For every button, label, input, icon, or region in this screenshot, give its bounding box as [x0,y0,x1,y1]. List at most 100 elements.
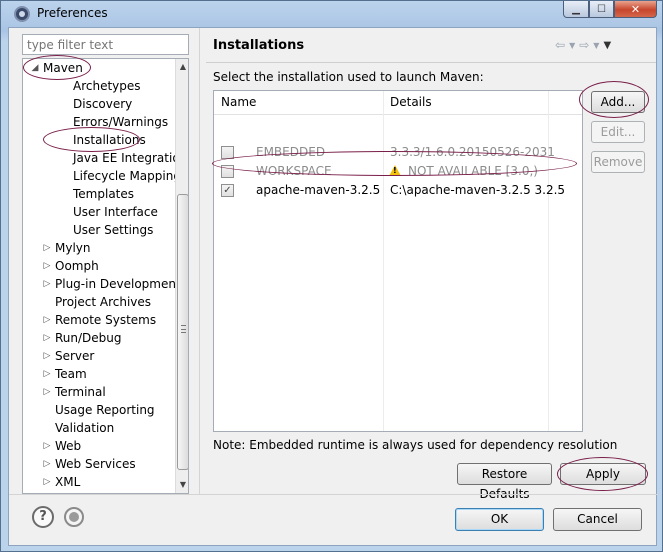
edit-button[interactable]: Edit... [591,121,645,143]
tree-item-discovery[interactable]: Discovery [73,95,132,113]
filter-input[interactable] [22,34,189,55]
tree-item-maven[interactable]: ◢ Maven [32,59,83,77]
tree-item-project-archives[interactable]: Project Archives [55,293,151,311]
expand-arrow-icon[interactable]: ▷ [41,455,53,473]
tree-item-web-services[interactable]: ▷ Web Services [44,455,136,473]
tree-item-templates[interactable]: Templates [73,185,134,203]
tree-item-user-interface[interactable]: User Interface [73,203,158,221]
restore-defaults-button[interactable]: Restore Defaults [457,463,552,501]
tree-item-errors-warnings[interactable]: Errors/Warnings [73,113,168,131]
expand-arrow-icon[interactable]: ▷ [41,329,53,347]
button-bar-separator [9,494,658,495]
expand-arrow-icon[interactable]: ▷ [41,239,53,257]
pane-divider[interactable] [199,28,200,494]
tree-item-web[interactable]: ▷ Web [44,437,82,455]
expand-arrow-icon[interactable]: ▷ [41,473,53,491]
column-divider [548,91,549,431]
cancel-button[interactable]: Cancel [553,508,642,531]
grip-icon [181,325,186,333]
tree-item-server[interactable]: ▷ Server [44,347,95,365]
forward-arrow-icon[interactable]: ⇨ [579,38,589,52]
tree-item-label: Templates [73,187,135,201]
tree-item-plug-in-development[interactable]: ▷ Plug-in Development [44,275,181,293]
expand-arrow-icon[interactable]: ▷ [41,437,53,455]
remove-button[interactable]: Remove [591,151,645,173]
row-checkbox[interactable] [221,146,234,159]
scrollbar-thumb[interactable] [177,194,188,470]
scroll-down-arrow-icon[interactable]: ▼ [176,477,188,493]
page-description: Select the installation used to launch M… [213,70,484,84]
tree-item-label: Java EE Integration [73,151,188,165]
tree-item-label: Run/Debug [55,331,122,345]
tree-item-lifecycle-mappings[interactable]: Lifecycle Mappings [73,167,187,185]
tree-item-user-settings[interactable]: User Settings [73,221,153,239]
back-dropdown-icon[interactable]: ▼ [569,41,575,50]
add-button[interactable]: Add... [591,91,645,113]
expand-arrow-icon[interactable]: ▷ [41,347,53,365]
tree-item-installations[interactable]: Installations [73,131,146,149]
tree-item-team[interactable]: ▷ Team [44,365,87,383]
row-checkbox[interactable] [221,165,234,178]
title-separator [206,62,656,63]
dialog-client: ◢ Maven Archetypes Discovery Errors/Warn… [8,27,658,546]
tree-item-remote-systems[interactable]: ▷ Remote Systems [44,311,157,329]
title-bar: Preferences ▁ ☐ ✕ [1,1,662,27]
tree-item-label: Errors/Warnings [73,115,169,129]
close-button[interactable]: ✕ [614,1,657,18]
page-title: Installations [213,38,305,53]
page-navigation: ⇦ ▼ ⇨ ▼ ▼ [555,37,647,53]
expand-arrow-icon[interactable]: ▷ [41,383,53,401]
table-row-apache-maven[interactable]: ✓ apache-maven-3.2.5 C:\apache-maven-3.2… [214,181,582,200]
preferences-window: Preferences ▁ ☐ ✕ ◢ Maven Archetypes Dis… [0,0,663,552]
column-header-details[interactable]: Details [390,95,432,109]
help-icon[interactable]: ? [32,506,54,528]
tree-item-mylyn[interactable]: ▷ Mylyn [44,239,91,257]
tree-item-label: XML [55,475,81,489]
row-details: NOT AVAILABLE [3.0,) [408,164,538,178]
row-checkbox-checked[interactable]: ✓ [221,184,234,197]
tree-scrollbar[interactable]: ▲ ▼ [175,59,188,493]
collapse-arrow-icon[interactable]: ◢ [29,59,41,77]
tree-item-terminal[interactable]: ▷ Terminal [44,383,106,401]
table-row-workspace[interactable]: WORKSPACE NOT AVAILABLE [3.0,) [214,162,582,181]
minimize-button[interactable]: ▁ [563,1,589,18]
record-icon[interactable] [64,507,84,527]
tree-item-label: Installations [73,133,146,147]
expand-arrow-icon[interactable]: ▷ [41,365,53,383]
row-details: C:\apache-maven-3.2.5 3.2.5 [390,183,566,197]
embedded-runtime-note: Note: Embedded runtime is always used fo… [213,438,618,452]
scroll-up-arrow-icon[interactable]: ▲ [176,59,188,75]
tree-item-java-ee-integration[interactable]: Java EE Integration [73,149,187,167]
installations-table[interactable]: Name Details EMBEDDED 3.3.3/1.6.0.201505… [213,90,583,432]
tree-item-run-debug[interactable]: ▷ Run/Debug [44,329,122,347]
expand-arrow-icon[interactable]: ▷ [41,311,53,329]
back-arrow-icon[interactable]: ⇦ [555,38,565,52]
tree-item-label: Oomph [55,259,99,273]
row-details: 3.3.3/1.6.0.20150526-2031 [390,145,555,159]
tree-item-label: Remote Systems [55,313,157,327]
maximize-button[interactable]: ☐ [589,1,614,18]
ok-button[interactable]: OK [455,508,544,531]
apply-button[interactable]: Apply [560,463,646,485]
view-menu-icon[interactable]: ▼ [603,40,611,51]
forward-dropdown-icon[interactable]: ▼ [593,41,599,50]
tree-item-label: Web [55,439,82,453]
table-row-embedded[interactable]: EMBEDDED 3.3.3/1.6.0.20150526-2031 [214,143,582,162]
tree-item-label: Plug-in Development [55,277,181,291]
column-header-name[interactable]: Name [221,95,256,109]
tree-item-xml[interactable]: ▷ XML [44,473,81,491]
expand-arrow-icon[interactable]: ▷ [41,257,53,275]
tree-item-oomph[interactable]: ▷ Oomph [44,257,99,275]
tree-item-archetypes[interactable]: Archetypes [73,77,141,95]
tree-item-label: Mylyn [55,241,91,255]
window-title: Preferences [37,6,108,20]
preference-tree[interactable]: ◢ Maven Archetypes Discovery Errors/Warn… [22,58,189,494]
tree-item-label: Project Archives [55,295,152,309]
tree-item-label: User Interface [73,205,158,219]
tree-item-validation[interactable]: Validation [55,419,114,437]
tree-item-label: Lifecycle Mappings [73,169,188,183]
row-name: apache-maven-3.2.5 [256,183,381,197]
expand-arrow-icon[interactable]: ▷ [41,275,53,293]
table-header: Name Details [214,91,582,115]
tree-item-usage-reporting[interactable]: Usage Reporting [55,401,155,419]
